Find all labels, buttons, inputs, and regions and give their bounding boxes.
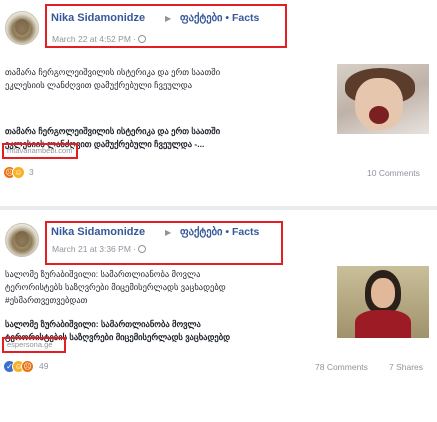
group-name[interactable]: ფაქტები • Facts xyxy=(180,12,259,24)
link-source-domain[interactable]: espersona.ge xyxy=(7,340,52,349)
post-timestamp[interactable]: March 22 at 4:52 PM · xyxy=(52,34,147,44)
angry-reaction-icon: ☹ xyxy=(21,360,34,373)
author-name[interactable]: Nika Sidamonidze xyxy=(51,12,145,24)
author-name[interactable]: Nika Sidamonidze xyxy=(51,226,145,238)
link-preview-image[interactable] xyxy=(337,266,429,338)
author-avatar[interactable] xyxy=(5,223,39,257)
reaction-summary[interactable]: ☹ ☺ 3 xyxy=(3,166,63,180)
comments-count[interactable]: 78 Comments xyxy=(315,362,368,372)
arrow-right-icon: ▶ xyxy=(165,14,172,23)
reaction-count: 49 xyxy=(39,361,49,371)
author-avatar[interactable] xyxy=(5,11,39,45)
group-name[interactable]: ფაქტები • Facts xyxy=(180,226,259,238)
link-preview-image[interactable] xyxy=(337,64,429,134)
arrow-right-icon: ▶ xyxy=(165,228,172,237)
source-highlight-box: mtavariambebi.com xyxy=(2,143,78,159)
reaction-summary[interactable]: ✓ ☺ ☹ 49 xyxy=(3,360,73,374)
reaction-count: 3 xyxy=(29,167,34,177)
globe-icon xyxy=(138,245,147,253)
comments-count[interactable]: 10 Comments xyxy=(367,168,420,178)
post-timestamp[interactable]: March 21 at 3:36 PM · xyxy=(52,244,147,254)
post-text: თამარა ჩერგოლეიშვილის ისტერიკა და ერთ სა… xyxy=(5,67,221,90)
post-card: Nika Sidamonidze ▶ ფაქტები • Facts March… xyxy=(0,0,437,206)
globe-icon xyxy=(138,35,147,43)
link-source-domain[interactable]: mtavariambebi.com xyxy=(7,146,72,155)
post-text: სალომე ზურაბიშვილი: სამართლიანობა მოვლა … xyxy=(5,269,226,305)
post-card: Nika Sidamonidze ▶ ფაქტები • Facts March… xyxy=(0,210,437,422)
source-highlight-box: espersona.ge xyxy=(2,337,66,353)
haha-reaction-icon: ☺ xyxy=(12,166,25,179)
shares-count[interactable]: 7 Shares xyxy=(389,362,423,372)
